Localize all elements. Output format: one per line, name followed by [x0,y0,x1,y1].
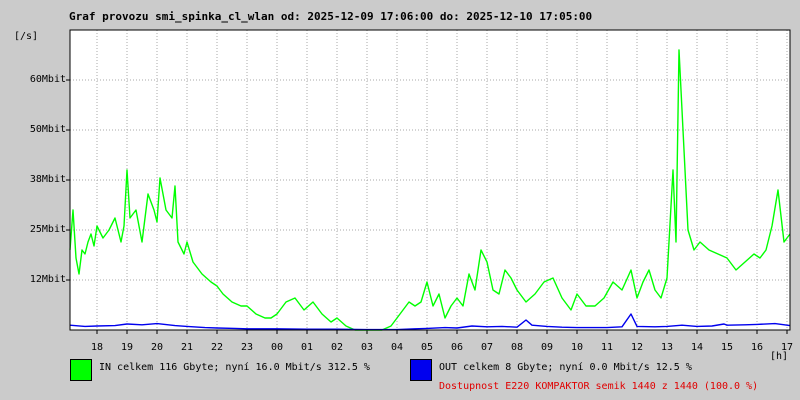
x-tick-label-16: 16 [750,342,764,353]
x-tick-label-19: 19 [120,342,134,353]
x-tick-label-15: 15 [720,342,734,353]
traffic-chart [66,29,791,334]
x-tick-label-21: 21 [180,342,194,353]
x-tick-label-03: 03 [360,342,374,353]
x-tick-label-04: 04 [390,342,404,353]
legend-in-swatch [70,359,92,381]
legend-in-text: IN celkem 116 Gbyte; nyní 16.0 Mbit/s 31… [99,362,370,373]
x-tick-label-18: 18 [90,342,104,353]
x-tick-label-11: 11 [600,342,614,353]
x-tick-label-06: 06 [450,342,464,353]
availability-text: Dostupnost E220 KOMPAKTOR semik 1440 z 1… [439,381,759,392]
x-axis-label: [h] [770,351,789,362]
x-tick-label-02: 02 [330,342,344,353]
x-tick-label-22: 22 [210,342,224,353]
x-tick-label-07: 07 [480,342,494,353]
legend-out-text: OUT celkem 8 Gbyte; nyní 0.0 Mbit/s 12.5… [439,362,692,373]
x-tick-label-01: 01 [300,342,314,353]
legend-out-swatch [410,359,432,381]
x-tick-label-10: 10 [570,342,584,353]
x-tick-label-20: 20 [150,342,164,353]
x-tick-label-00: 00 [270,342,284,353]
x-tick-label-23: 23 [240,342,254,353]
x-tick-label-14: 14 [690,342,704,353]
x-tick-label-09: 09 [540,342,554,353]
x-tick-label-05: 05 [420,342,434,353]
x-tick-label-13: 13 [660,342,674,353]
x-tick-label-08: 08 [510,342,524,353]
x-tick-label-12: 12 [630,342,644,353]
